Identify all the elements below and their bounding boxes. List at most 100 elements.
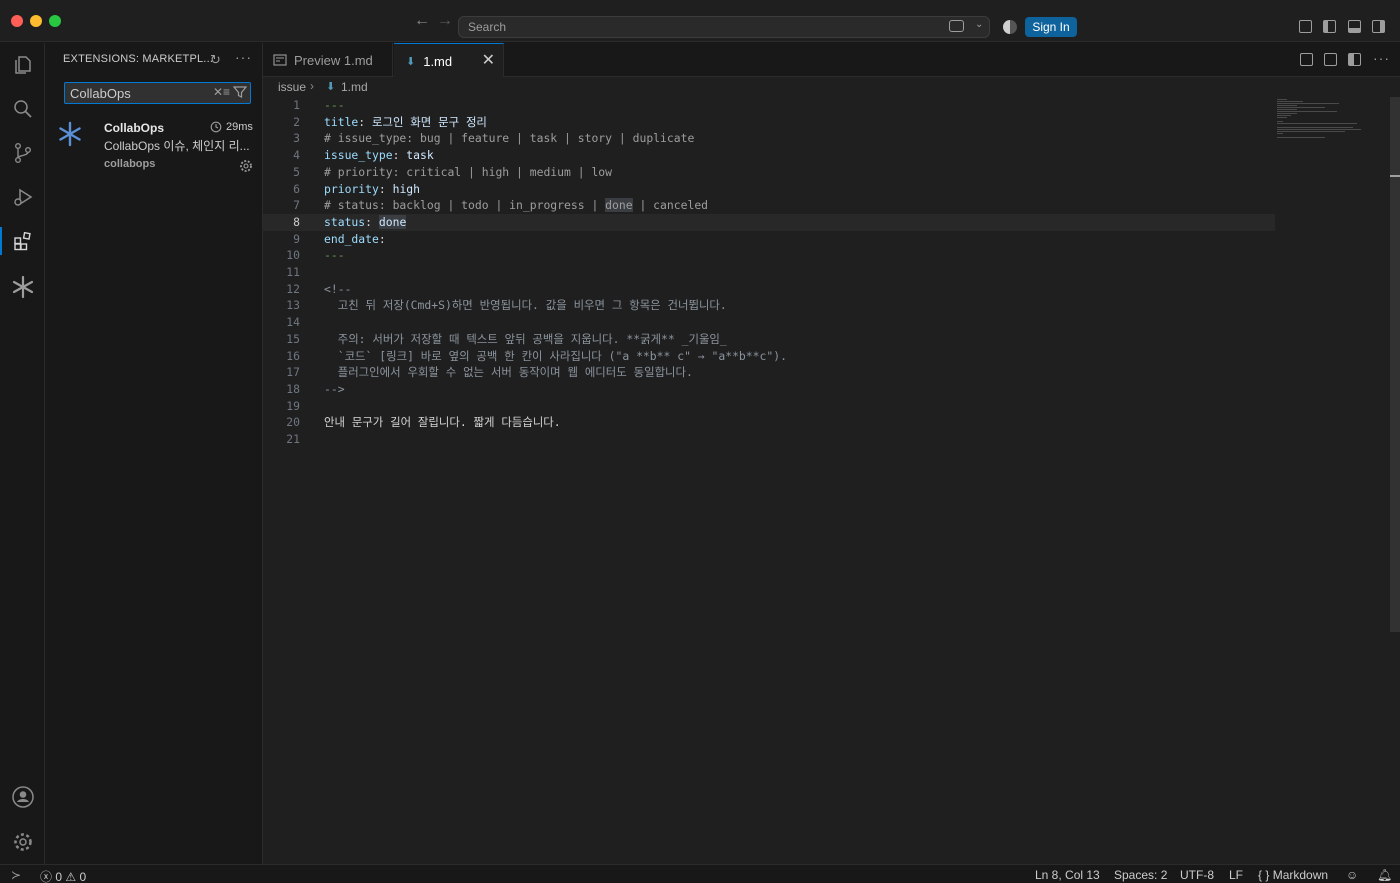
search-icon[interactable]	[0, 87, 45, 131]
line-number: 17	[286, 365, 300, 380]
toggle-secondary-sidebar-icon[interactable]	[1372, 20, 1385, 33]
filter-icon[interactable]	[233, 85, 247, 99]
source-control-icon[interactable]	[0, 131, 45, 175]
code-line[interactable]: 10 ---	[263, 247, 1275, 264]
code-line[interactable]: 13 고친 뒤 저장(Cmd+S)하면 반영됩니다. 값을 비우면 그 항목은 …	[263, 297, 1275, 314]
code-line[interactable]: 9 end_date:	[263, 231, 1275, 248]
code-line[interactable]: 3 # issue_type: bug | feature | task | st…	[263, 130, 1275, 147]
minimize-window-button[interactable]	[30, 15, 42, 27]
code-token: `코드` [링크] 바로 옆의 공백 한 칸이 사라집니다 ("a **b** …	[324, 348, 787, 363]
indentation[interactable]: Spaces: 2	[1114, 868, 1167, 882]
back-arrow-icon[interactable]: ←	[414, 13, 430, 29]
code-token: title	[324, 114, 359, 129]
code-line[interactable]: 1 ---	[263, 97, 1275, 114]
code-token: end_date	[324, 231, 379, 246]
line-content: status: done	[324, 214, 407, 231]
chat-icon[interactable]	[949, 20, 964, 32]
line-content: 안내 문구가 길어 잘립니다. 짧게 다듬습니다.	[324, 414, 561, 431]
code-line[interactable]: 8 status: done	[263, 213, 1275, 231]
copilot-icon[interactable]	[1003, 20, 1017, 34]
line-number: 16	[286, 348, 300, 363]
collabops-logo-icon	[59, 121, 81, 147]
tab-active-file[interactable]: ⬇ 1.md ✕	[394, 43, 504, 78]
line-number: 9	[293, 231, 300, 246]
breadcrumb-markdown-icon: ⬇	[326, 81, 336, 93]
code-token: :	[365, 214, 379, 229]
minimap[interactable]	[1277, 97, 1387, 157]
code-token: issue_type	[324, 148, 393, 163]
refresh-icon[interactable]: ↻	[210, 52, 221, 68]
code-line[interactable]: 6 priority: high	[263, 181, 1275, 198]
breadcrumb-file[interactable]: 1.md	[341, 80, 368, 94]
tab-preview[interactable]: Preview 1.md	[263, 43, 393, 77]
line-number: 8	[293, 214, 300, 229]
editor-more-actions-icon[interactable]: ···	[1373, 50, 1390, 66]
editor-tabs: Preview 1.md ⬇ 1.md ✕ ···	[263, 43, 1400, 78]
editor-scrollbar[interactable]	[1390, 97, 1400, 632]
error-icon: ⓧ	[40, 870, 53, 883]
problems-indicator[interactable]: ⓧ 0 ⚠ 0	[40, 868, 86, 883]
code-line[interactable]: 12 <!--	[263, 281, 1275, 298]
breadcrumb-folder[interactable]: issue	[278, 80, 306, 94]
toggle-panel-icon[interactable]	[1348, 20, 1361, 33]
code-token: 로그인 화면 문구 정리	[372, 114, 487, 129]
language-label: Markdown	[1272, 868, 1329, 882]
code-line[interactable]: 20 안내 문구가 길어 잘립니다. 짧게 다듬습니다.	[263, 414, 1275, 431]
forward-arrow-icon[interactable]: →	[437, 13, 453, 29]
line-content: ---	[324, 97, 345, 114]
language-mode[interactable]: { } Markdown	[1258, 868, 1328, 882]
close-window-button[interactable]	[11, 15, 23, 27]
line-content: 플러그인에서 우회할 수 없는 서버 동작이며 웹 에디터도 동일합니다.	[324, 364, 693, 381]
code-editor[interactable]: 1 --- 2 title: 로그인 화면 문구 정리 3 # issue_type: b…	[263, 97, 1400, 864]
code-line[interactable]: 14	[263, 314, 1275, 331]
tab-preview-label: Preview 1.md	[294, 52, 373, 68]
code-line[interactable]: 18 -->	[263, 381, 1275, 398]
collabops-icon[interactable]	[0, 265, 45, 309]
preview-icon	[273, 54, 287, 66]
customize-layout-icon[interactable]	[1299, 20, 1312, 33]
split-editor-icon[interactable]	[1348, 53, 1361, 66]
close-tab-icon[interactable]: ✕	[482, 53, 495, 69]
notifications-bell-icon[interactable]: 🔔︎	[1377, 868, 1392, 882]
code-line[interactable]: 2 title: 로그인 화면 문구 정리	[263, 114, 1275, 131]
remote-icon[interactable]: ≻	[11, 868, 21, 882]
extension-description: CollabOps 이슈, 체인지 리...	[104, 139, 250, 153]
chevron-down-icon[interactable]: ⌄	[975, 19, 983, 30]
sign-in-button[interactable]: Sign In	[1025, 17, 1077, 37]
manage-gear-icon[interactable]	[0, 820, 45, 864]
command-center-search[interactable]	[458, 16, 990, 38]
toggle-primary-sidebar-icon[interactable]	[1323, 20, 1336, 33]
code-line[interactable]: 19	[263, 398, 1275, 415]
code-token: 플러그인에서 우회할 수 없는 서버 동작이며 웹 에디터도 동일합니다.	[324, 365, 693, 380]
code-line[interactable]: 4 issue_type: task	[263, 147, 1275, 164]
accounts-icon[interactable]	[0, 775, 45, 819]
extension-publisher: collabops	[104, 158, 156, 170]
end-of-line[interactable]: LF	[1229, 868, 1243, 882]
toggle-minimap-icon[interactable]	[1324, 53, 1337, 66]
extension-list-item[interactable]: CollabOps 29ms CollabOps 이슈, 체인지 리... co…	[45, 113, 262, 173]
code-line[interactable]: 11	[263, 264, 1275, 281]
line-number: 1	[293, 98, 300, 112]
code-line[interactable]: 16 `코드` [링크] 바로 옆의 공백 한 칸이 사라집니다 ("a **b…	[263, 348, 1275, 365]
code-line[interactable]: 7 # status: backlog | todo | in_progress …	[263, 197, 1275, 214]
copilot-status-icon[interactable]: ☺	[1346, 868, 1358, 882]
code-line[interactable]: 17 플러그인에서 우회할 수 없는 서버 동작이며 웹 에디터도 동일합니다.	[263, 364, 1275, 381]
explorer-icon[interactable]	[0, 43, 45, 87]
open-preview-side-icon[interactable]	[1300, 53, 1313, 66]
extensions-icon[interactable]	[0, 219, 45, 263]
extensions-sidebar: EXTENSIONS: MARKETPL... ↻ ··· ✕≡ CollabO…	[45, 43, 263, 864]
cursor-position[interactable]: Ln 8, Col 13	[1035, 868, 1100, 882]
code-line[interactable]: 15 주의: 서버가 저장할 때 텍스트 앞뒤 공백을 지웁니다. **굵게**…	[263, 331, 1275, 348]
run-debug-icon[interactable]	[0, 175, 45, 219]
line-number: 10	[286, 248, 300, 263]
maximize-window-button[interactable]	[49, 15, 61, 27]
clear-search-icon[interactable]: ✕≡	[213, 85, 230, 99]
more-actions-icon[interactable]: ···	[235, 49, 252, 65]
line-content: end_date:	[324, 231, 386, 248]
encoding[interactable]: UTF-8	[1180, 868, 1214, 882]
code-line[interactable]: 21	[263, 431, 1275, 448]
code-line[interactable]: 5 # priority: critical | high | medium | …	[263, 164, 1275, 181]
line-content: # status: backlog | todo | in_progress |…	[324, 197, 708, 214]
code-token: priority	[324, 181, 379, 196]
extension-settings-gear-icon[interactable]	[239, 159, 253, 173]
